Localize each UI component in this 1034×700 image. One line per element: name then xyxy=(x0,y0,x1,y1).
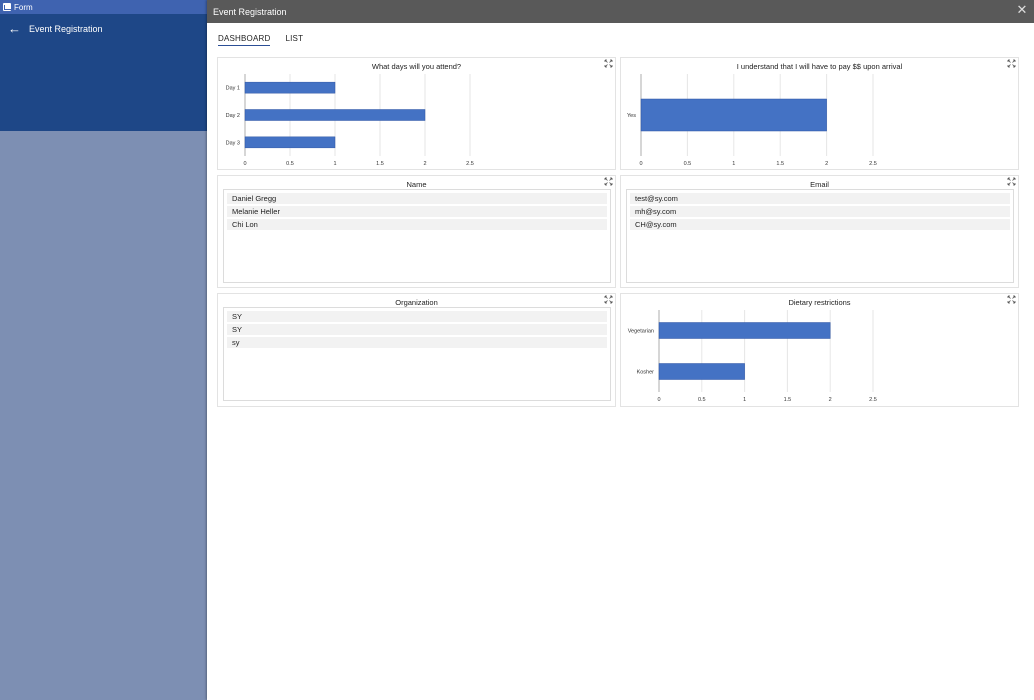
card-dietary: Dietary restrictions 0 0.5 1 1.5 2 2.5 Vegetar… xyxy=(620,293,1019,407)
app-titlebar: Form xyxy=(0,0,208,14)
tick-label: 0 xyxy=(243,161,246,167)
category-label: Day 3 xyxy=(226,140,240,146)
card-name: Name Daniel Gregg Melanie Heller Chi Lon xyxy=(217,175,616,288)
back-nav[interactable]: ← Event Registration xyxy=(0,14,207,35)
bar xyxy=(658,363,745,380)
tab-list[interactable]: LIST xyxy=(285,34,303,46)
tick-label: 2.5 xyxy=(466,161,474,167)
card-email: Email test@sy.com mh@sy.com CH@sy.com xyxy=(620,175,1019,288)
list-item[interactable]: Chi Lon xyxy=(227,219,607,230)
list-item[interactable]: Daniel Gregg xyxy=(227,193,607,204)
bar xyxy=(244,136,336,149)
tick-label: 1 xyxy=(333,161,336,167)
dialog-titlebar: Event Registration ✕ xyxy=(207,0,1034,23)
back-label[interactable]: Event Registration xyxy=(29,24,103,34)
bar xyxy=(244,109,426,121)
card-title: Name xyxy=(406,180,427,189)
tick-label: 2.5 xyxy=(869,161,877,167)
list-item[interactable]: CH@sy.com xyxy=(630,219,1010,230)
category-label: Day 1 xyxy=(226,86,240,92)
expand-icon[interactable] xyxy=(604,295,613,304)
expand-icon[interactable] xyxy=(604,177,613,186)
event-registration-dialog: Event Registration ✕ DASHBOARD LIST What… xyxy=(207,0,1034,700)
back-arrow-icon[interactable]: ← xyxy=(8,22,21,35)
left-header: ← Event Registration xyxy=(0,14,207,131)
card-title: Organization xyxy=(395,298,438,307)
app-title: Form xyxy=(14,2,33,12)
days-bar-chart: 0 0.5 1 1.5 2 2.5 Day 1 Day 2 Day 3 xyxy=(226,74,474,167)
bar xyxy=(244,81,336,94)
category-label: Kosher xyxy=(637,370,655,376)
tick-label: 0.5 xyxy=(684,161,692,167)
tab-bar: DASHBOARD LIST xyxy=(218,34,303,46)
tick-label: 2 xyxy=(423,161,426,167)
card-organization: Organization SY SY sy xyxy=(217,293,616,407)
list-item[interactable]: sy xyxy=(227,337,607,348)
card-title: Email xyxy=(810,180,829,189)
card-pay-arrival: I understand that I will have to pay $$ … xyxy=(620,57,1019,170)
card-days-attend: What days will you attend? 0 0.5 1 1.5 2 2.5 D… xyxy=(217,57,616,170)
name-list: Daniel Gregg Melanie Heller Chi Lon xyxy=(223,189,611,283)
expand-icon[interactable] xyxy=(604,59,613,68)
tick-label: 0.5 xyxy=(698,397,706,403)
tick-label: 0 xyxy=(639,161,642,167)
tick-label: 1.5 xyxy=(376,161,384,167)
tick-label: 1 xyxy=(732,161,735,167)
expand-icon[interactable] xyxy=(1007,59,1016,68)
close-icon[interactable]: ✕ xyxy=(1015,3,1029,17)
pay-bar-chart: 0 0.5 1 1.5 2 2.5 Yes xyxy=(627,74,877,167)
list-item[interactable]: SY xyxy=(227,324,607,335)
email-list: test@sy.com mh@sy.com CH@sy.com xyxy=(626,189,1014,283)
dialog-title: Event Registration xyxy=(213,6,287,17)
category-label: Yes xyxy=(627,113,636,119)
tab-dashboard[interactable]: DASHBOARD xyxy=(218,34,271,46)
category-label: Day 2 xyxy=(226,113,240,119)
bar xyxy=(640,98,827,132)
tick-label: 2.5 xyxy=(869,397,877,403)
list-item[interactable]: test@sy.com xyxy=(630,193,1010,204)
expand-icon[interactable] xyxy=(1007,177,1016,186)
tick-label: 1 xyxy=(743,397,746,403)
bar xyxy=(658,322,831,339)
organization-list: SY SY sy xyxy=(223,307,611,401)
expand-icon[interactable] xyxy=(1007,295,1016,304)
form-app-icon xyxy=(3,3,12,11)
tick-label: 2 xyxy=(825,161,828,167)
list-item[interactable]: mh@sy.com xyxy=(630,206,1010,217)
tick-label: 1.5 xyxy=(776,161,784,167)
list-item[interactable]: SY xyxy=(227,311,607,322)
category-label: Vegetarian xyxy=(628,329,654,335)
tick-label: 2 xyxy=(829,397,832,403)
dietary-bar-chart: 0 0.5 1 1.5 2 2.5 Vegetarian Kosher xyxy=(628,310,877,403)
tick-label: 0 xyxy=(657,397,660,403)
tick-label: 1.5 xyxy=(784,397,792,403)
tick-label: 0.5 xyxy=(286,161,294,167)
list-item[interactable]: Melanie Heller xyxy=(227,206,607,217)
